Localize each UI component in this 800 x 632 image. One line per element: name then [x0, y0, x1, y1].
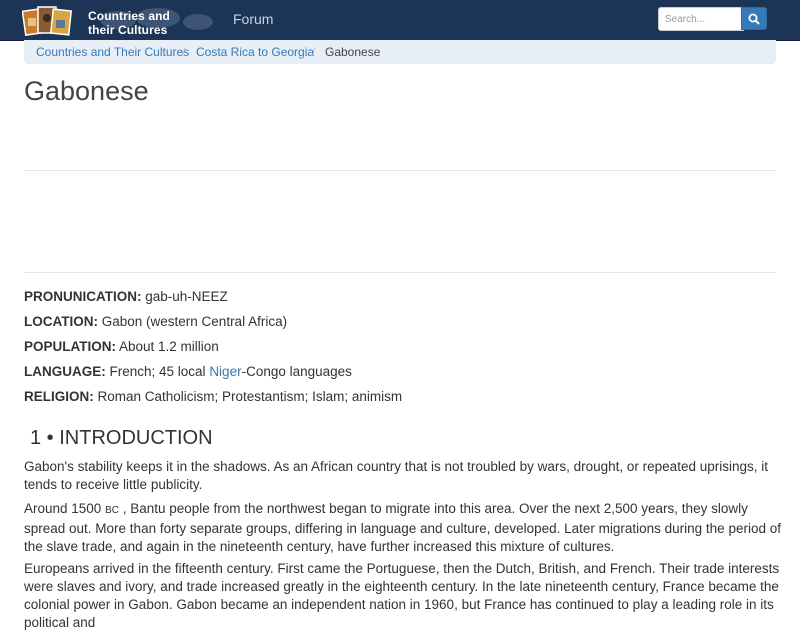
fact-religion: RELIGION: Roman Catholicism; Protestanti…: [24, 389, 402, 404]
breadcrumb-item-current: Gabonese: [325, 45, 381, 59]
fact-label: PRONUNICATION:: [24, 289, 142, 304]
search-icon: [748, 13, 760, 25]
site-logo[interactable]: Countries and their Cultures: [22, 4, 222, 44]
fact-label: LANGUAGE:: [24, 364, 106, 379]
nav-forum-link[interactable]: Forum: [233, 11, 273, 27]
paragraph: Around 1500 BC , Bantu people from the n…: [24, 500, 782, 556]
search-button[interactable]: [741, 7, 767, 30]
paragraph-text: Around 1500: [24, 501, 106, 516]
breadcrumb-link[interactable]: Countries and Their Cultures: [36, 45, 189, 59]
era-abbreviation: BC: [105, 505, 119, 516]
logo-line-1: Countries and: [88, 9, 170, 23]
breadcrumb-separator: /: [312, 45, 316, 59]
niger-link[interactable]: Niger: [209, 364, 241, 379]
breadcrumb-item-region[interactable]: Costa Rica to Georgia: [196, 45, 314, 59]
fact-language: LANGUAGE: French; 45 local Niger-Congo l…: [24, 364, 352, 379]
fact-value: Roman Catholicism; Protestantism; Islam;…: [93, 389, 403, 404]
paragraph-text: , Bantu people from the northwest began …: [24, 501, 781, 554]
breadcrumb-item-countries[interactable]: Countries and Their Cultures: [36, 45, 189, 59]
page-title: Gabonese: [24, 76, 149, 106]
breadcrumb-separator: /: [182, 45, 186, 59]
fact-population: POPULATION: About 1.2 million: [24, 339, 219, 354]
fact-value: About 1.2 million: [116, 339, 219, 354]
breadcrumb: Countries and Their Cultures / Costa Ric…: [24, 40, 776, 64]
paragraph: Europeans arrived in the fifteenth centu…: [24, 561, 780, 630]
breadcrumb-link[interactable]: Costa Rica to Georgia: [196, 45, 314, 59]
top-navbar: Countries and their Cultures Forum: [0, 0, 800, 41]
paragraph: Gabon's stability keeps it in the shadow…: [24, 459, 768, 492]
fact-value: French; 45 local: [105, 364, 210, 379]
fact-label: POPULATION:: [24, 339, 116, 354]
fact-value: gab-uh-NEEZ: [141, 289, 228, 304]
search-input[interactable]: [658, 7, 744, 31]
divider: [24, 170, 776, 171]
fact-location: LOCATION: Gabon (western Central Africa): [24, 314, 287, 329]
logo-images-icon: [22, 6, 73, 36]
fact-pronunciation: PRONUNICATION: gab-uh-NEEZ: [24, 289, 228, 304]
logo-text: Countries and their Cultures: [88, 9, 170, 37]
logo-line-2: their Cultures: [88, 23, 168, 37]
section-heading: 1 • INTRODUCTION: [30, 427, 213, 449]
fact-label: LOCATION:: [24, 314, 98, 329]
divider: [24, 272, 776, 273]
fact-value: -Congo languages: [241, 364, 352, 379]
fact-label: RELIGION:: [24, 389, 94, 404]
fact-value: Gabon (western Central Africa): [98, 314, 288, 329]
